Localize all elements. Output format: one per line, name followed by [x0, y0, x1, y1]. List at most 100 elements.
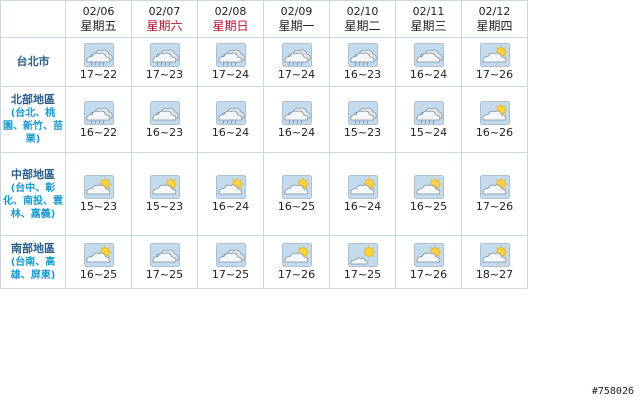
region-row-central: 中部地區 (台中、彰化、南投、雲林、嘉義) 15~23 15~23 16~24 16~2…: [0, 152, 528, 236]
forecast-cell: 16~24: [263, 86, 330, 153]
forecast-cell: 15~23: [131, 152, 198, 236]
forecast-cell: 16~24: [395, 37, 462, 87]
partly-cloudy-icon: [281, 175, 312, 199]
region-subareas[interactable]: (台南、高雄、屏東): [1, 256, 65, 282]
cloudy-icon: [215, 243, 246, 267]
temperature-range: 16~24: [409, 68, 448, 81]
weekday-label: 星期一: [278, 19, 315, 33]
forecast-cell: 16~24: [197, 152, 264, 236]
region-row-south: 南部地區 (台南、高雄、屏東) 16~25 17~25 17~25 17~26 17~25…: [0, 235, 528, 289]
corner-cell: [0, 0, 66, 38]
partly-cloudy-icon: [83, 175, 114, 199]
region-row-north: 北部地區 (台北、桃園、新竹、苗栗) 16~22 16~23 16~24 16~24 15…: [0, 86, 528, 153]
rain-icon: [281, 100, 312, 125]
date-label: 02/06: [82, 5, 115, 18]
temperature-range: 16~26: [475, 125, 514, 139]
forecast-cell: 17~26: [461, 152, 528, 236]
rain-icon: [281, 43, 312, 67]
temperature-range: 16~25: [79, 268, 118, 281]
region-subareas[interactable]: (台中、彰化、南投、雲林、嘉義): [1, 182, 65, 221]
partly-cloudy-icon: [479, 100, 510, 125]
weekday-label: 星期日: [212, 19, 249, 33]
watermark: #758026: [591, 386, 634, 397]
forecast-cell: 15~23: [65, 152, 132, 236]
date-label: 02/08: [214, 5, 247, 18]
temperature-range: 18~27: [475, 268, 514, 281]
forecast-cell: 18~27: [461, 235, 528, 289]
forecast-cell: 16~22: [65, 86, 132, 153]
forecast-cell: 16~25: [65, 235, 132, 289]
region-name[interactable]: 北部地區: [1, 93, 65, 107]
date-label: 02/09: [280, 5, 313, 18]
rain-icon: [83, 43, 114, 67]
day-header: 02/07 星期六: [131, 0, 198, 38]
partly-cloudy-icon: [479, 43, 510, 67]
forecast-cell: 16~23: [329, 37, 396, 87]
day-header: 02/10 星期二: [329, 0, 396, 38]
temperature-range: 16~22: [79, 125, 118, 139]
cloudy-icon: [413, 43, 444, 67]
temperature-range: 17~22: [79, 68, 118, 81]
day-header: 02/06 星期五: [65, 0, 132, 38]
temperature-range: 16~24: [211, 125, 250, 139]
partly-cloudy-icon: [281, 243, 312, 267]
forecast-cell: 16~26: [461, 86, 528, 153]
day-header: 02/11 星期三: [395, 0, 462, 38]
weekday-label: 星期六: [146, 19, 183, 33]
weekday-label: 星期四: [476, 19, 513, 33]
region-name[interactable]: 中部地區: [1, 168, 65, 182]
temperature-range: 16~24: [343, 200, 382, 213]
forecast-cell: 15~24: [395, 86, 462, 153]
region-label[interactable]: 台北市: [0, 37, 66, 87]
rain-icon: [83, 100, 114, 125]
forecast-cell: 16~25: [263, 152, 330, 236]
temperature-range: 17~25: [211, 268, 250, 281]
weekday-label: 星期五: [80, 19, 117, 33]
forecast-cell: 17~26: [263, 235, 330, 289]
region-subareas[interactable]: (台北、桃園、新竹、苗栗): [1, 107, 65, 146]
region-label[interactable]: 中部地區 (台中、彰化、南投、雲林、嘉義): [0, 152, 66, 236]
region-label[interactable]: 北部地區 (台北、桃園、新竹、苗栗): [0, 86, 66, 153]
temperature-range: 17~26: [277, 268, 316, 281]
cloudy-icon: [149, 100, 180, 125]
temperature-range: 17~26: [475, 200, 514, 213]
forecast-cell: 16~25: [395, 152, 462, 236]
date-label: 02/10: [346, 5, 379, 18]
forecast-table: 02/06 星期五 02/07 星期六 02/08 星期日 02/09 星期一 02/1…: [0, 0, 528, 289]
partly-cloudy-icon: [149, 175, 180, 199]
temperature-range: 16~24: [277, 125, 316, 139]
temperature-range: 16~24: [211, 200, 250, 213]
forecast-cell: 16~24: [329, 152, 396, 236]
partly-cloudy-icon: [83, 243, 114, 267]
partly-cloudy-icon: [413, 175, 444, 199]
rain-icon: [347, 100, 378, 125]
region-row-taipei-city: 台北市 17~22 17~23 17~24 17~24 16~23 16~24 17~26: [0, 37, 528, 87]
region-name[interactable]: 台北市: [1, 55, 65, 69]
partly-cloudy-icon: [479, 175, 510, 199]
temperature-range: 17~24: [277, 68, 316, 81]
temperature-range: 15~23: [79, 200, 118, 213]
forecast-cell: 16~23: [131, 86, 198, 153]
temperature-range: 17~26: [409, 268, 448, 281]
forecast-cell: 17~26: [395, 235, 462, 289]
forecast-cell: 17~24: [197, 37, 264, 87]
rain-icon: [215, 43, 246, 67]
day-header: 02/08 星期日: [197, 0, 264, 38]
date-label: 02/12: [478, 5, 511, 18]
temperature-range: 16~25: [409, 200, 448, 213]
weekday-label: 星期三: [410, 19, 447, 33]
region-name[interactable]: 南部地區: [1, 242, 65, 256]
temperature-range: 17~24: [211, 68, 250, 81]
forecast-cell: 17~22: [65, 37, 132, 87]
partly-cloudy-icon: [479, 243, 510, 267]
temperature-range: 17~25: [145, 268, 184, 281]
partly-cloudy-icon: [215, 175, 246, 199]
sunny-cloud-icon: [347, 243, 378, 267]
date-label: 02/11: [412, 5, 445, 18]
day-header: 02/09 星期一: [263, 0, 330, 38]
temperature-range: 17~23: [145, 68, 184, 81]
temperature-range: 17~25: [343, 268, 382, 281]
forecast-cell: 15~23: [329, 86, 396, 153]
rain-icon: [149, 43, 180, 67]
region-label[interactable]: 南部地區 (台南、高雄、屏東): [0, 235, 66, 289]
